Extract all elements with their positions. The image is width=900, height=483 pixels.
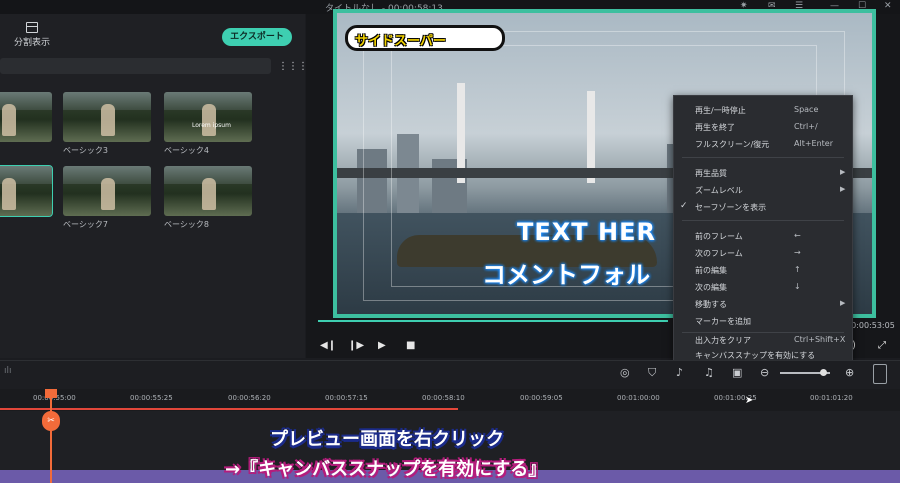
menu-separator	[682, 157, 844, 158]
thumbnail-label: ベーシック7	[63, 220, 108, 229]
menu-item-zoom-level[interactable]: ズームレベル ▶	[674, 182, 852, 199]
stop-icon[interactable]: ■	[406, 340, 415, 351]
audio-wave-icon[interactable]: ılı	[4, 366, 12, 376]
panel-toggle-icon[interactable]	[873, 364, 887, 384]
template-thumbnail[interactable]	[164, 166, 252, 216]
template-thumbnail[interactable]	[0, 92, 52, 142]
thumbnail-label: ベーシック8	[164, 220, 209, 229]
tutorial-caption-line1: プレビュー画面を右クリック	[270, 429, 504, 450]
menu-item-next-frame[interactable]: 次のフレーム →	[674, 245, 852, 262]
mouse-cursor-icon: ➤	[745, 395, 754, 406]
ruler-tick-label: 00:00:55:25	[130, 394, 173, 402]
menu-item-stop-playback[interactable]: 再生を終了 Ctrl+/	[674, 119, 852, 136]
comment-title[interactable]: コメントフォル	[482, 255, 650, 290]
menu-separator	[682, 220, 844, 221]
search-input[interactable]	[0, 58, 271, 74]
menu-item-play-pause[interactable]: 再生/一時停止 Space	[674, 102, 852, 119]
close-icon[interactable]: ✕	[884, 1, 892, 11]
menu-item-prev-frame[interactable]: 前のフレーム ←	[674, 228, 852, 245]
ruler-tick-label: 00:00:58:10	[422, 394, 465, 402]
ruler-tick-label: 00:00:59:05	[520, 394, 563, 402]
split-view-icon	[26, 22, 38, 33]
ruler-tick-label: 00:01:00:00	[617, 394, 660, 402]
split-view-button[interactable]: 分割表示	[12, 22, 52, 48]
menu-item-show-safe-zone[interactable]: ✓ セーフゾーンを表示	[674, 199, 852, 216]
snapshot-icon[interactable]: ▣	[732, 366, 742, 379]
title-badge-text: サイドスーパー	[355, 34, 446, 49]
media-panel: 分割表示 エクスポート ⋮⋮⋮ ベーシック3 Lorem ipsum ベーシック…	[0, 14, 308, 358]
submenu-arrow-icon: ▶	[840, 168, 846, 176]
menu-item-add-marker[interactable]: マーカーを追加	[674, 313, 852, 330]
menu-item-move[interactable]: 移動する ▶	[674, 296, 852, 313]
render-range-bar	[0, 408, 458, 410]
text-here-title[interactable]: TEXT HER	[517, 218, 656, 246]
playhead-handle[interactable]	[45, 389, 57, 398]
menu-item-next-edit[interactable]: 次の編集 ↓	[674, 279, 852, 296]
submenu-arrow-icon: ▶	[840, 185, 846, 193]
tutorial-caption-line2: →『キャンバススナップを有効にする』	[225, 459, 547, 480]
menu-item-prev-edit[interactable]: 前の編集 ↑	[674, 262, 852, 279]
grid-view-icon[interactable]: ⋮⋮⋮	[278, 61, 308, 72]
preview-timecode: 00:00:53:05	[846, 321, 895, 330]
next-frame-icon[interactable]: ❙▶	[348, 340, 364, 351]
checkmark-icon: ✓	[680, 201, 688, 211]
zoom-in-icon[interactable]: ⊕	[845, 366, 854, 379]
export-button[interactable]: エクスポート	[222, 28, 292, 46]
render-icon[interactable]: ◎	[620, 366, 630, 379]
prev-frame-icon[interactable]: ◀❙	[320, 340, 336, 351]
menu-item-fullscreen[interactable]: フルスクリーン/復元 Alt+Enter	[674, 136, 852, 153]
template-thumbnail[interactable]	[63, 92, 151, 142]
template-thumbnail[interactable]	[63, 166, 151, 216]
preview-progress[interactable]	[318, 320, 668, 322]
template-thumbnail[interactable]: Lorem ipsum	[164, 92, 252, 142]
template-thumbnail-selected[interactable]	[0, 165, 53, 217]
thumbnail-overlay-text: Lorem ipsum	[192, 122, 231, 129]
voiceover-icon[interactable]: ♫	[704, 366, 714, 379]
zoom-slider-knob[interactable]	[820, 369, 827, 376]
submenu-arrow-icon: ▶	[840, 299, 846, 307]
thumbnail-label: ベーシック3	[63, 146, 108, 155]
fullscreen-icon[interactable]: ⤢	[878, 340, 886, 351]
split-view-label: 分割表示	[13, 38, 50, 48]
microphone-icon[interactable]: ♪	[676, 366, 683, 379]
ruler-tick-label: 00:00:56:20	[228, 394, 271, 402]
ruler-tick-label: 00:01:01:20	[810, 394, 853, 402]
thumbnail-label: ベーシック4	[164, 146, 209, 155]
ruler-tick-label: 00:00:57:15	[325, 394, 368, 402]
scissors-icon[interactable]: ✂	[42, 411, 60, 431]
context-menu: 再生/一時停止 Space 再生を終了 Ctrl+/ フルスクリーン/復元 Alt+E…	[673, 95, 853, 365]
menu-item-playback-quality[interactable]: 再生品質 ▶	[674, 165, 852, 182]
play-icon[interactable]: ▶	[378, 340, 386, 351]
marker-icon[interactable]: ⛉	[648, 366, 656, 380]
zoom-out-icon[interactable]: ⊖	[760, 366, 769, 379]
